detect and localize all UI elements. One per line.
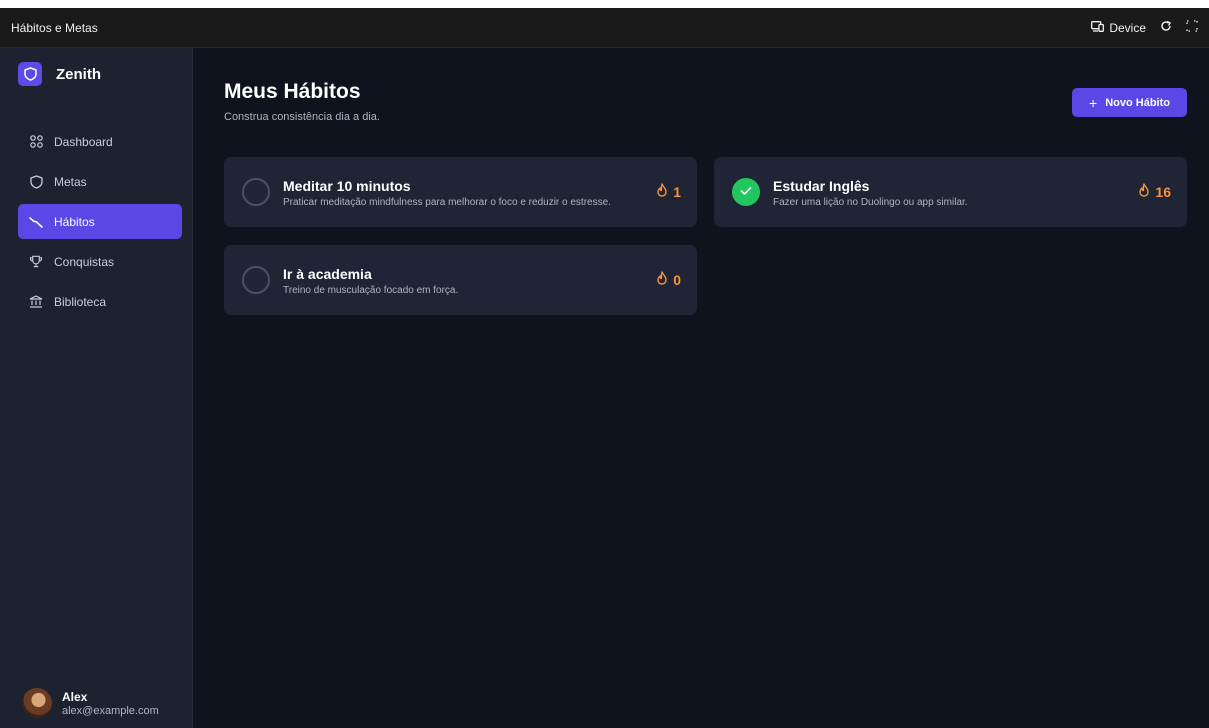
library-icon bbox=[29, 295, 43, 309]
user-info: Alex alex@example.com bbox=[62, 690, 159, 717]
dashboard-grid-icon bbox=[29, 135, 43, 149]
user-profile[interactable]: Alex alex@example.com bbox=[22, 688, 159, 718]
user-email: alex@example.com bbox=[62, 704, 159, 717]
habit-card[interactable]: Ir à academia Treino de musculação focad… bbox=[224, 245, 697, 315]
sidebar-item-label: Conquistas bbox=[54, 254, 115, 269]
habit-description: Fazer uma lição no Duolingo ou app simil… bbox=[773, 197, 968, 208]
plus-icon: + bbox=[1089, 94, 1098, 111]
habit-description: Praticar meditação mindfulness para melh… bbox=[283, 197, 611, 208]
brand-name: Zenith bbox=[56, 65, 101, 83]
refresh-icon[interactable] bbox=[1160, 20, 1172, 35]
page-title: Meus Hábitos bbox=[224, 80, 361, 103]
sidebar-item-label: Dashboard bbox=[54, 134, 113, 149]
fullscreen-icon[interactable] bbox=[1186, 20, 1198, 35]
brand[interactable]: Zenith bbox=[18, 62, 101, 86]
habit-title: Estudar Inglês bbox=[773, 178, 870, 194]
trend-line-icon bbox=[29, 215, 43, 229]
habit-streak-count: 0 bbox=[673, 271, 681, 288]
sidebar-item-habitos[interactable]: Hábitos bbox=[18, 204, 182, 239]
flame-icon bbox=[656, 183, 668, 200]
new-habit-label: Novo Hábito bbox=[1105, 96, 1170, 109]
sidebar-nav: Dashboard Metas Hábitos Conquistas Bibli… bbox=[18, 124, 182, 324]
trophy-icon bbox=[29, 255, 43, 269]
habit-description: Treino de musculação focado em força. bbox=[283, 285, 459, 296]
habit-streak: 16 bbox=[1138, 183, 1171, 200]
sidebar-item-label: Biblioteca bbox=[54, 294, 107, 309]
user-name: Alex bbox=[62, 689, 88, 704]
sidebar-item-biblioteca[interactable]: Biblioteca bbox=[18, 284, 182, 319]
device-button[interactable]: Device bbox=[1091, 21, 1146, 35]
device-label: Device bbox=[1109, 20, 1146, 35]
sidebar-item-metas[interactable]: Metas bbox=[18, 164, 182, 199]
brand-logo-shield-icon bbox=[18, 62, 42, 86]
new-habit-button[interactable]: + Novo Hábito bbox=[1072, 88, 1187, 117]
habit-checkbox-checked[interactable] bbox=[732, 178, 760, 206]
sidebar-item-dashboard[interactable]: Dashboard bbox=[18, 124, 182, 159]
habit-checkbox[interactable] bbox=[242, 266, 270, 294]
checkmark-icon bbox=[740, 183, 752, 201]
sidebar-item-conquistas[interactable]: Conquistas bbox=[18, 244, 182, 279]
habit-checkbox[interactable] bbox=[242, 178, 270, 206]
flame-icon bbox=[1138, 183, 1150, 200]
avatar bbox=[22, 688, 52, 718]
app-window: Hábitos e Metas Device Zenith Dashboard … bbox=[0, 8, 1209, 728]
sidebar-item-label: Metas bbox=[54, 174, 87, 189]
sidebar: Zenith Dashboard Metas Hábitos Conquista… bbox=[0, 48, 193, 728]
habit-streak: 1 bbox=[656, 183, 681, 200]
flame-icon bbox=[656, 271, 668, 288]
sidebar-item-label: Hábitos bbox=[54, 214, 95, 229]
window-title: Hábitos e Metas bbox=[11, 20, 98, 35]
habit-title: Meditar 10 minutos bbox=[283, 178, 411, 194]
habit-streak: 0 bbox=[656, 271, 681, 288]
shield-icon bbox=[29, 174, 43, 189]
device-icon bbox=[1091, 20, 1105, 35]
habit-card[interactable]: Estudar Inglês Fazer uma lição no Duolin… bbox=[714, 157, 1187, 227]
habit-card[interactable]: Meditar 10 minutos Praticar meditação mi… bbox=[224, 157, 697, 227]
habit-streak-count: 1 bbox=[673, 183, 681, 200]
habit-title: Ir à academia bbox=[283, 266, 372, 282]
title-bar: Hábitos e Metas Device bbox=[0, 8, 1209, 48]
habit-streak-count: 16 bbox=[1155, 183, 1171, 200]
page-subtitle: Construa consistência dia a dia. bbox=[224, 111, 380, 123]
title-bar-controls: Device bbox=[1091, 20, 1198, 35]
